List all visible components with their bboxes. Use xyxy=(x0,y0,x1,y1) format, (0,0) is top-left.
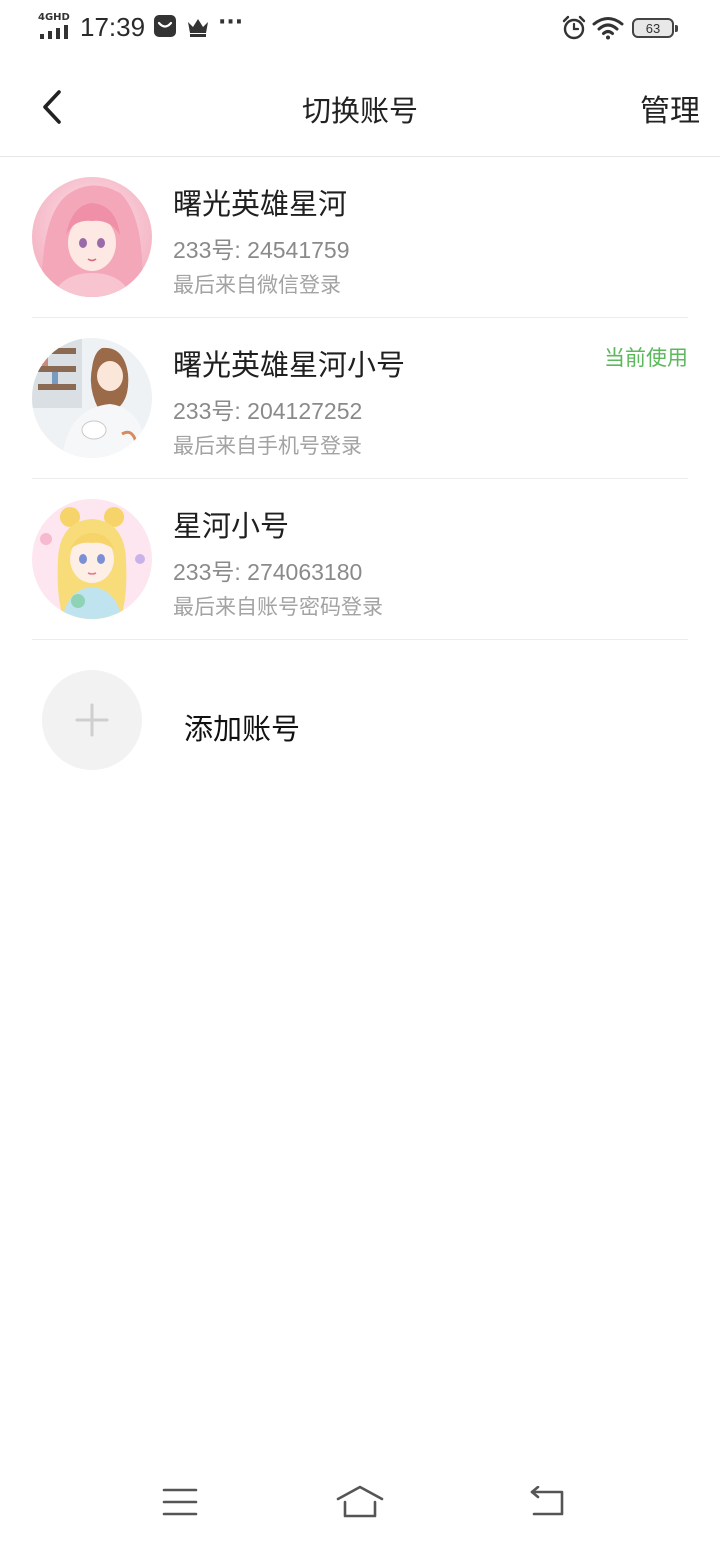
avatar xyxy=(32,499,152,619)
home-button[interactable] xyxy=(330,1480,390,1524)
account-login-source: 最后来自账号密码登录 xyxy=(173,595,383,619)
wifi-icon xyxy=(592,16,624,44)
alarm-icon xyxy=(561,15,587,45)
back-icon xyxy=(530,1486,564,1516)
manage-button[interactable]: 管理 xyxy=(640,86,700,130)
account-list: 曙光英雄星河 233号: 24541759 最后来自微信登录 曙光英雄星河小号 … xyxy=(0,157,720,640)
account-name: 曙光英雄星河 xyxy=(173,187,348,221)
notification-app-icon xyxy=(153,14,177,42)
status-bar: 4GHD 17:39 ··· 63 xyxy=(0,0,720,58)
add-account-circle xyxy=(42,670,142,770)
account-name: 星河小号 xyxy=(173,509,290,543)
clock: 17:39 xyxy=(80,12,146,42)
account-name: 曙光英雄星河小号 xyxy=(173,348,406,382)
account-login-source: 最后来自微信登录 xyxy=(173,273,341,297)
add-account-label: 添加账号 xyxy=(184,712,301,746)
add-account-button[interactable]: 添加账号 xyxy=(42,670,442,770)
account-id: 233号: 274063180 xyxy=(173,559,363,585)
system-nav-bar xyxy=(0,1460,720,1544)
network-type: 4GHD xyxy=(38,12,70,23)
account-id: 233号: 24541759 xyxy=(173,237,350,263)
current-account-badge: 当前使用 xyxy=(604,346,688,370)
crown-icon xyxy=(186,16,210,42)
page-title: 切换账号 xyxy=(301,94,418,128)
menu-button[interactable] xyxy=(150,1480,210,1524)
battery-icon: 63 xyxy=(632,18,678,38)
account-id: 233号: 204127252 xyxy=(173,398,363,424)
signal-icon: 4GHD xyxy=(38,12,72,40)
screen: 4GHD 17:39 ··· 63 切换账号 管理 曙光英雄星河 233号: 2… xyxy=(0,0,720,1544)
avatar xyxy=(32,338,152,458)
more-icon: ··· xyxy=(218,10,244,35)
plus-icon xyxy=(75,703,109,737)
menu-icon xyxy=(162,1488,198,1516)
account-item[interactable]: 曙光英雄星河 233号: 24541759 最后来自微信登录 xyxy=(32,157,688,318)
home-icon xyxy=(336,1485,384,1518)
avatar xyxy=(32,177,152,297)
header: 切换账号 管理 xyxy=(0,58,720,157)
system-back-button[interactable] xyxy=(518,1480,578,1524)
account-login-source: 最后来自手机号登录 xyxy=(173,434,362,458)
account-item[interactable]: 星河小号 233号: 274063180 最后来自账号密码登录 xyxy=(32,479,688,640)
account-item[interactable]: 曙光英雄星河小号 233号: 204127252 最后来自手机号登录 当前使用 xyxy=(32,318,688,479)
